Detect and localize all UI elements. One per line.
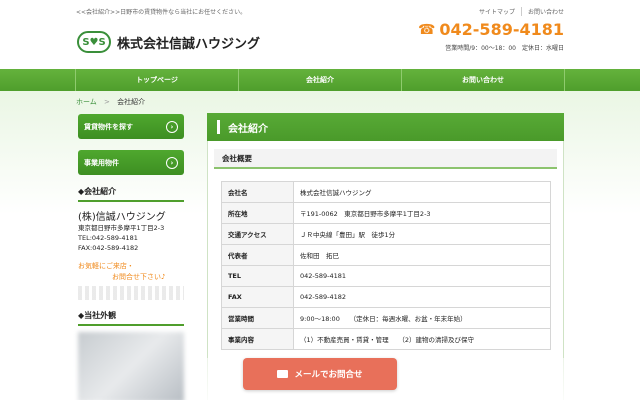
row-value: 佐和田 拓巳 bbox=[293, 244, 551, 266]
table-row: FAX 042-589-4182 bbox=[221, 286, 551, 308]
row-label: 所在地 bbox=[221, 202, 294, 224]
chevron-right-icon: › bbox=[166, 120, 178, 133]
breadcrumb-separator: > bbox=[104, 98, 110, 106]
phone-icon: ☎ bbox=[417, 21, 436, 38]
page-title-text: 会社紹介 bbox=[228, 123, 268, 135]
sidebar-note-line1: お気軽にご来店・ bbox=[78, 262, 134, 270]
sidebar-exterior-heading: ◆当社外観 bbox=[78, 310, 184, 326]
rental-search-button[interactable]: 賃貸物件を探す › bbox=[78, 114, 184, 139]
row-value: 9:00～18:00 （定休日：毎週水曜、お盆・年末年始） bbox=[293, 307, 551, 329]
table-row: 営業時間 9:00～18:00 （定休日：毎週水曜、お盆・年末年始） bbox=[221, 307, 551, 329]
table-row: 交通アクセス ＪＲ中央線「豊田」駅 徒歩1分 bbox=[221, 223, 551, 245]
row-label: 代表者 bbox=[221, 244, 294, 266]
company-title: 株式会社信誠ハウジング bbox=[117, 36, 261, 52]
table-row: 会社名 株式会社信誠ハウジング bbox=[221, 181, 551, 203]
global-nav: トップページ 会社紹介 お問い合わせ bbox=[0, 69, 640, 91]
sidebar: 賃貸物件を探す › 事業用物件 › ◆会社紹介 (株)信誠ハウジング 東京都日野… bbox=[78, 114, 184, 400]
nav-top-page[interactable]: トップページ bbox=[75, 69, 238, 91]
business-hours: 営業時間/9：00～18：00 定休日：水曜日 bbox=[445, 45, 564, 52]
row-value: 〒191-0062 東京都日野市多摩平1丁目2-3 bbox=[293, 202, 551, 224]
table-row: 所在地 〒191-0062 東京都日野市多摩平1丁目2-3 bbox=[221, 202, 551, 224]
row-value: （1）不動産売買・賃貸・管理 （2）建物の清掃及び保守 bbox=[293, 328, 551, 350]
building-exterior-photo bbox=[78, 332, 184, 400]
chevron-right-icon: › bbox=[166, 156, 178, 169]
header-tagline: <<会社紹介>>日野市の賃貸物件なら当社にお任せください。 bbox=[76, 9, 247, 16]
breadcrumb: ホーム > 会社紹介 bbox=[76, 97, 145, 107]
row-label: TEL bbox=[221, 265, 294, 287]
town-illustration bbox=[78, 286, 184, 300]
logo-mark-icon: S♥S bbox=[77, 31, 111, 53]
mail-contact-label: メールでお問合せ bbox=[294, 370, 363, 380]
breadcrumb-home[interactable]: ホーム bbox=[76, 98, 97, 106]
main-content: 会社紹介 会社概要 会社名 株式会社信誠ハウジング 所在地 〒191-0062 東京… bbox=[207, 113, 564, 400]
sidebar-company-name: (株)信誠ハウジング bbox=[78, 212, 166, 223]
sidebar-address: 東京都日野市多摩平1丁目2-3 bbox=[78, 224, 165, 232]
sidebar-note-line2: お問合せ下さい♪ bbox=[112, 273, 166, 281]
sidebar-note: お気軽にご来店・ お問合せ下さい♪ bbox=[78, 261, 184, 283]
mail-icon bbox=[277, 370, 289, 378]
nav-company[interactable]: 会社紹介 bbox=[238, 69, 401, 91]
section-subheading: 会社概要 bbox=[214, 149, 557, 169]
row-value: 042-589-4181 bbox=[293, 265, 551, 287]
row-label: 交通アクセス bbox=[221, 223, 294, 245]
header-phone[interactable]: ☎ 042-589-4181 bbox=[418, 20, 564, 39]
page-title: 会社紹介 bbox=[207, 113, 564, 141]
table-row: TEL 042-589-4181 bbox=[221, 265, 551, 287]
contact-link[interactable]: お問い合わせ bbox=[520, 7, 564, 16]
company-info-table: 会社名 株式会社信誠ハウジング 所在地 〒191-0062 東京都日野市多摩平1丁目… bbox=[221, 181, 551, 350]
commercial-property-label: 事業用物件 bbox=[84, 158, 119, 167]
row-label: FAX bbox=[221, 286, 294, 308]
phone-number: 042-589-4181 bbox=[439, 20, 564, 39]
row-label: 事業内容 bbox=[221, 328, 294, 350]
row-value: 株式会社信誠ハウジング bbox=[293, 181, 551, 203]
rental-search-label: 賃貸物件を探す bbox=[84, 122, 133, 131]
nav-contact[interactable]: お問い合わせ bbox=[401, 69, 565, 91]
row-value: 042-589-4182 bbox=[293, 286, 551, 308]
row-label: 会社名 bbox=[221, 181, 294, 203]
row-label: 営業時間 bbox=[221, 307, 294, 329]
table-row: 事業内容 （1）不動産売買・賃貸・管理 （2）建物の清掃及び保守 bbox=[221, 328, 551, 350]
site-logo[interactable]: S♥S 株式会社信誠ハウジング bbox=[77, 31, 260, 53]
sidebar-company-heading: ◆会社紹介 bbox=[78, 186, 184, 202]
sidebar-tel: TEL:042-589-4181 bbox=[78, 234, 138, 242]
title-accent-bar bbox=[217, 120, 220, 134]
sitemap-link[interactable]: サイトマップ bbox=[479, 7, 515, 16]
row-value: ＪＲ中央線「豊田」駅 徒歩1分 bbox=[293, 223, 551, 245]
header-links: サイトマップ お問い合わせ bbox=[479, 7, 564, 16]
breadcrumb-current: 会社紹介 bbox=[117, 98, 146, 106]
mail-contact-button[interactable]: メールでお問合せ bbox=[243, 358, 397, 390]
commercial-property-button[interactable]: 事業用物件 › bbox=[78, 150, 184, 175]
sidebar-fax: FAX:042-589-4182 bbox=[78, 244, 139, 252]
table-row: 代表者 佐和田 拓巳 bbox=[221, 244, 551, 266]
